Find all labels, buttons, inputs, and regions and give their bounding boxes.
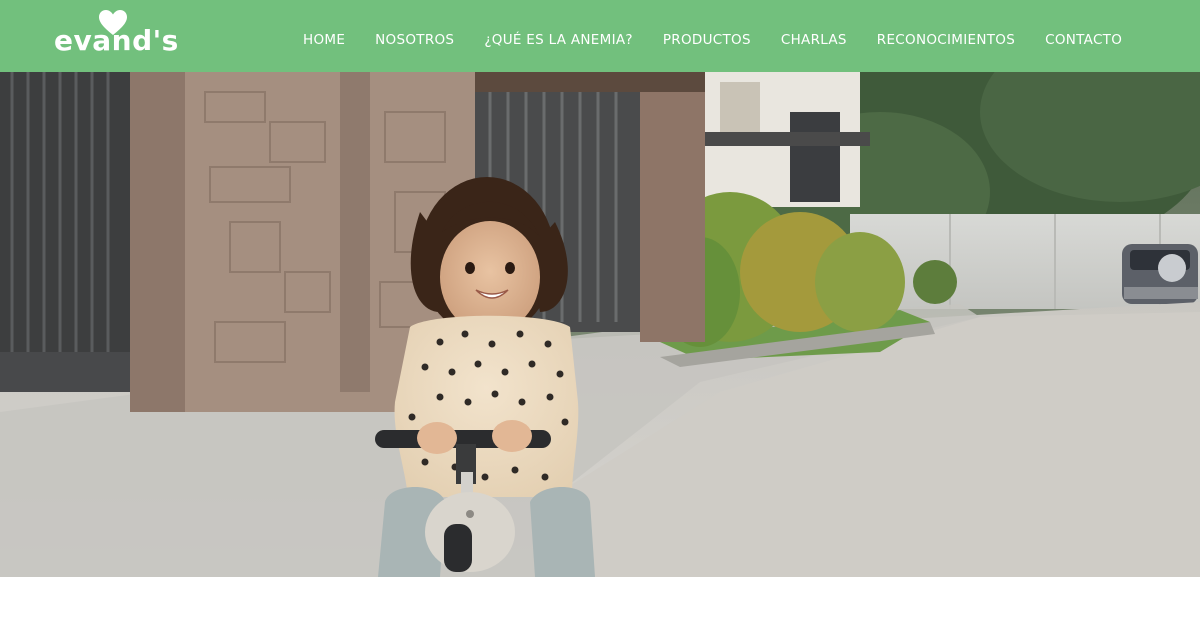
nav-item-home[interactable]: HOME [288, 32, 360, 48]
nav-item-contacto[interactable]: CONTACTO [1030, 32, 1137, 48]
nav-item-productos[interactable]: PRODUCTOS [648, 32, 766, 48]
nav-item-que-es-la-anemia[interactable]: ¿QUÉ ES LA ANEMIA? [469, 32, 648, 48]
hero-banner [0, 72, 1200, 577]
content-area [0, 577, 1200, 630]
nav-item-charlas[interactable]: CHARLAS [766, 32, 862, 48]
nav-item-nosotros[interactable]: NOSOTROS [360, 32, 469, 48]
nav-item-reconocimientos[interactable]: RECONOCIMIENTOS [862, 32, 1030, 48]
main-nav: HOME NOSOTROS ¿QUÉ ES LA ANEMIA? PRODUCT… [288, 20, 1137, 60]
brand-logo[interactable]: evand's [54, 10, 178, 62]
hero-photo [0, 72, 1200, 577]
brand-logo-text: evand's [54, 24, 179, 57]
site-header: evand's HOME NOSOTROS ¿QUÉ ES LA ANEMIA?… [0, 0, 1200, 72]
